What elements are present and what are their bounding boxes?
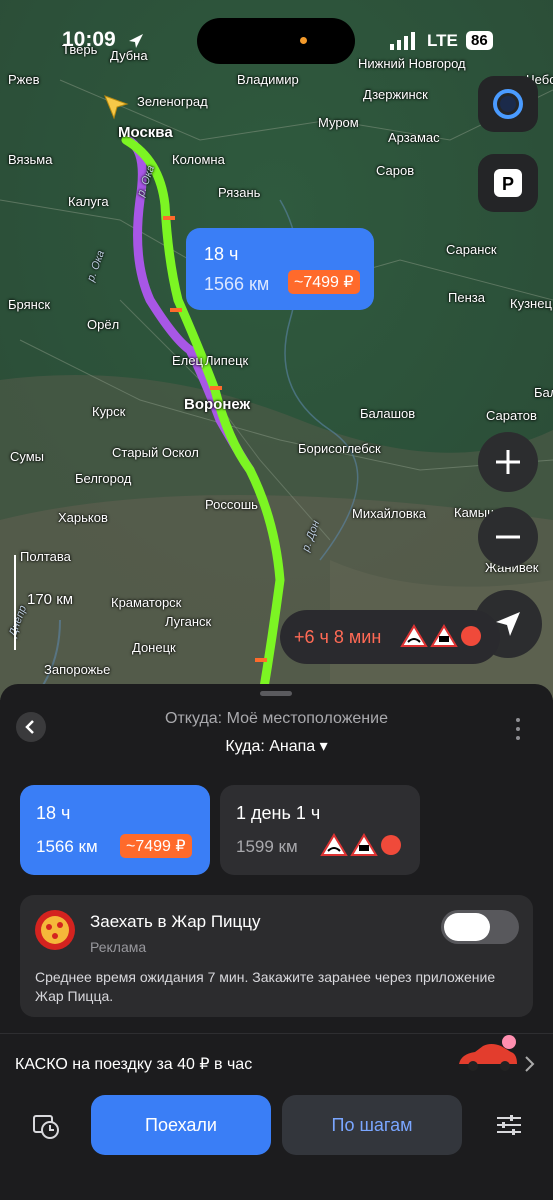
route-option-time: 1 день 1 ч <box>236 803 321 823</box>
city-label: Рязань <box>218 185 261 200</box>
parking-button[interactable]: P <box>478 154 538 212</box>
city-label: Белгород <box>75 471 132 486</box>
city-label: Саратов <box>486 408 537 423</box>
city-label: Орёл <box>87 317 120 332</box>
city-label: Зеленоград <box>137 94 208 109</box>
city-label: Дзержинск <box>363 87 428 102</box>
promo-description: Среднее время ожидания 7 мин. Закажите з… <box>35 969 496 1004</box>
city-label: Калуга <box>68 194 109 209</box>
city-label: Ржев <box>8 72 40 87</box>
city-label: Брянск <box>8 297 51 312</box>
city-label: Липецк <box>205 353 249 368</box>
route-option-alternative[interactable]: 1 день 1 ч 1599 км <box>220 785 420 875</box>
start-button[interactable]: Поехали <box>91 1095 271 1155</box>
promo-ad-label: Реклама <box>90 939 147 955</box>
road-works-icon <box>430 624 458 647</box>
promo-title: Заехать в Жар Пиццу <box>90 912 261 931</box>
city-label: Запорожье <box>44 662 111 677</box>
alice-assistant-button[interactable] <box>478 76 538 132</box>
fuel-price-badge: ~7499 ₽ <box>288 270 360 294</box>
signal-icon <box>390 32 415 50</box>
from-location[interactable]: Откуда: Моё местоположение <box>0 710 553 728</box>
scale-label: 170 км <box>27 591 74 608</box>
road-bumps-icon <box>320 833 348 856</box>
map-terrain <box>0 0 553 700</box>
kasko-offer-text[interactable]: КАСКО на поездку за 40 ₽ в час <box>15 1054 252 1074</box>
city-label: Владимир <box>237 72 299 87</box>
road-works-icon <box>350 833 378 856</box>
zoom-out-button[interactable] <box>478 507 538 567</box>
route-distance: 1566 км <box>204 274 270 294</box>
route-option-distance: 1566 км <box>36 837 98 856</box>
status-bar: 10:09 LTE 86 <box>0 18 553 64</box>
city-label: Михайловка <box>352 506 427 521</box>
city-label: Арзамас <box>388 130 440 145</box>
city-label: Балашов <box>360 406 416 421</box>
city-label: Харьков <box>58 510 108 525</box>
plus-icon <box>496 450 520 474</box>
city-label: Полтава <box>20 549 71 564</box>
battery-level: 86 <box>466 31 493 50</box>
city-label: Сумы <box>10 449 45 464</box>
city-label: Коломна <box>172 152 225 167</box>
route-option-time: 18 ч <box>36 803 71 823</box>
sheet-grabber[interactable] <box>260 691 292 696</box>
city-label: Россошь <box>205 497 258 512</box>
city-label: Луганск <box>165 614 212 629</box>
clock: 10:09 <box>62 28 116 51</box>
to-destination[interactable]: Куда: Анапа ▾ <box>0 736 553 756</box>
location-marker-icon <box>104 95 129 120</box>
city-label: Елец <box>172 353 203 368</box>
city-label: Краматорск <box>111 595 182 610</box>
city-label: Курск <box>92 404 126 419</box>
city-label: Пенза <box>448 290 485 305</box>
route-settings-icon[interactable] <box>494 1112 524 1138</box>
network-type: LTE <box>427 31 458 50</box>
alt-route-delay-pill[interactable]: +6 ч 8 мин <box>280 610 500 664</box>
zoom-in-button[interactable] <box>478 432 538 492</box>
schedule-clock-icon[interactable] <box>30 1110 62 1142</box>
city-label: Кузнец <box>510 296 552 311</box>
route-info-bubble[interactable]: 18 ч 1566 км ~7499 ₽ <box>186 228 374 310</box>
map-view[interactable]: Тверь Дубна Ржев Зеленоград Москва Владимир Ни… <box>0 0 553 700</box>
dynamic-island <box>197 18 355 64</box>
alice-icon <box>493 89 523 119</box>
more-options-icon[interactable] <box>510 716 526 742</box>
promo-card[interactable]: Заехать в Жар Пиццу Реклама Среднее врем… <box>20 895 533 1017</box>
minus-icon <box>496 535 520 539</box>
route-sheet: Откуда: Моё местоположение Куда: Анапа ▾… <box>0 684 553 1200</box>
location-services-icon <box>129 34 143 48</box>
route-time: 18 ч <box>204 244 239 264</box>
city-label: Донецк <box>132 640 176 655</box>
car-insurance-icon[interactable] <box>455 1034 521 1078</box>
delay-text: +6 ч 8 мин <box>294 627 382 647</box>
route-option-price: ~7499 ₽ <box>120 834 192 858</box>
chevron-right-icon[interactable] <box>522 1054 536 1074</box>
scale-bar <box>14 555 16 650</box>
city-label: Воронеж <box>184 396 251 413</box>
city-label: Муром <box>318 115 359 130</box>
road-bumps-icon <box>400 624 428 647</box>
city-label: Саранск <box>446 242 497 257</box>
city-label: Бала <box>534 385 553 400</box>
promo-toggle[interactable] <box>441 910 519 944</box>
city-label: Саров <box>376 163 415 178</box>
traffic-dot-icon <box>461 626 481 646</box>
zhar-pizza-logo <box>35 910 75 950</box>
parking-icon: P <box>494 169 522 197</box>
city-label: Москва <box>118 124 173 141</box>
traffic-dot-icon <box>381 835 401 855</box>
route-option-distance: 1599 км <box>236 837 298 856</box>
city-label: Нижний Новгород <box>358 56 466 71</box>
svg-text:P: P <box>502 174 514 194</box>
city-label: Борисоглебск <box>298 441 381 456</box>
route-option-fastest[interactable]: 18 ч 1566 км ~7499 ₽ <box>20 785 210 875</box>
city-label: Вязьма <box>8 152 53 167</box>
step-by-step-button[interactable]: По шагам <box>282 1095 462 1155</box>
city-label: Старый Оскол <box>112 445 199 460</box>
